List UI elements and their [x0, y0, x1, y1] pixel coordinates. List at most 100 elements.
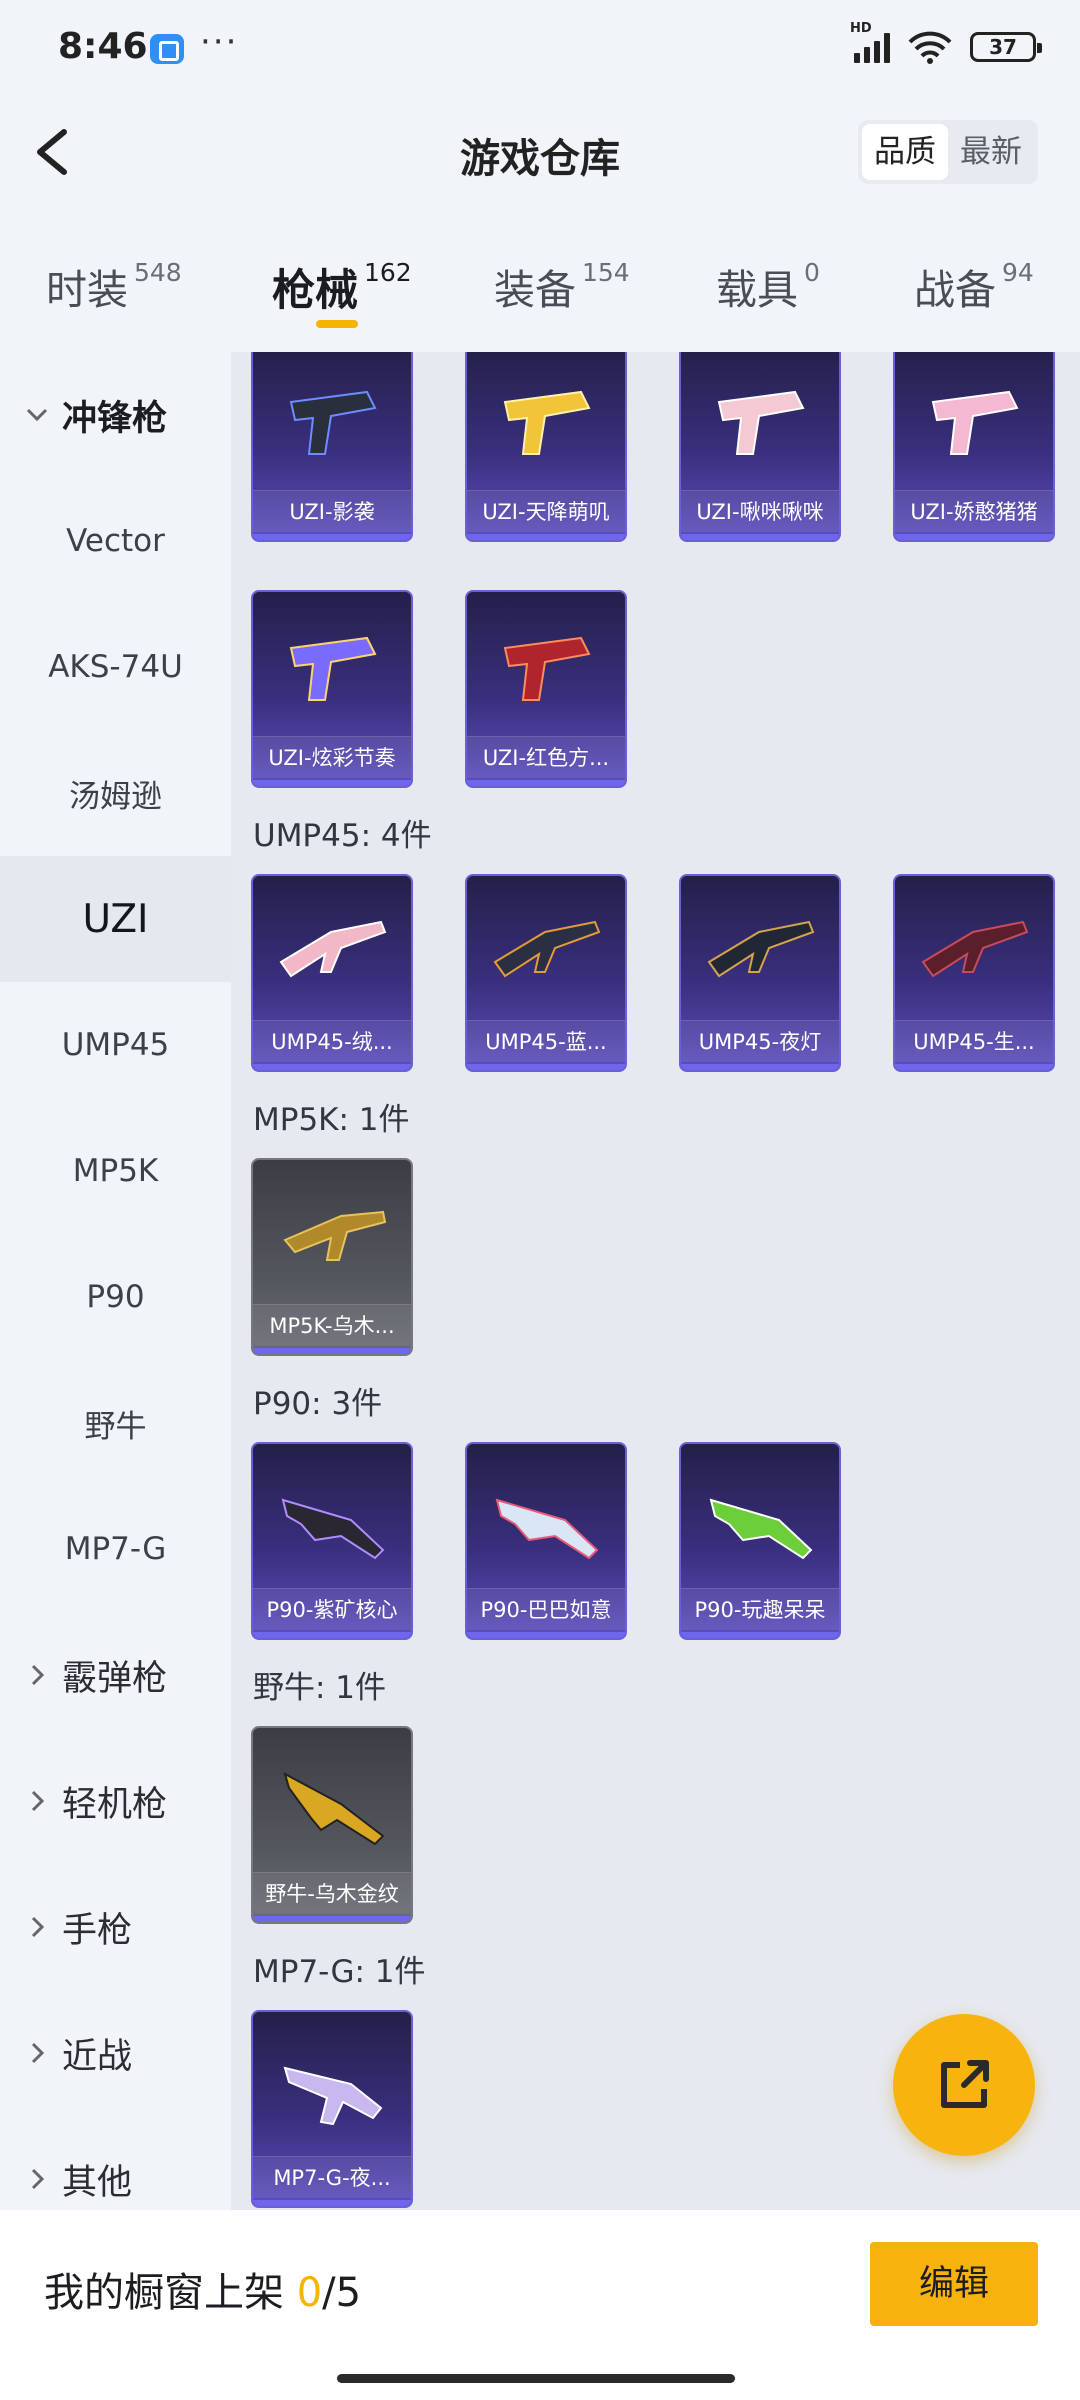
bottom-bar: 我的橱窗上架 0/5 编辑 [0, 2210, 1080, 2400]
tab-equipment[interactable]: 装备 154 [494, 256, 630, 316]
sidebar-item-mp5k[interactable]: MP5K [0, 1108, 231, 1234]
chevron-right-icon [31, 1916, 45, 1938]
sidebar-group-pistol[interactable]: 手枪 [0, 1864, 231, 1990]
rarity-bar [253, 1916, 411, 1922]
tab-count: 0 [804, 258, 820, 287]
sidebar-item-vector[interactable]: Vector [0, 478, 231, 604]
item-card[interactable]: UZI-啾咪啾咪 [679, 352, 841, 542]
sidebar-group-other[interactable]: 其他 [0, 2116, 231, 2210]
header: 游戏仓库 品质 最新 [0, 96, 1080, 212]
home-indicator[interactable] [337, 2374, 735, 2383]
item-name: UMP45-生... [895, 1020, 1053, 1062]
item-card[interactable]: P90-巴巴如意 [465, 1442, 627, 1640]
sidebar-item-aks74u[interactable]: AKS-74U [0, 604, 231, 730]
tab-firearms[interactable]: 枪械 162 [272, 256, 412, 318]
rarity-bar [467, 1064, 625, 1070]
item-card[interactable]: UMP45-蓝... [465, 874, 627, 1072]
item-name: MP7-G-夜... [253, 2156, 411, 2198]
showcase-status: 我的橱窗上架 0/5 [44, 2260, 361, 2318]
item-card[interactable]: UZI-影袭 [251, 352, 413, 542]
tab-label: 战备 [914, 266, 996, 314]
item-card[interactable]: UMP45-夜灯 [679, 874, 841, 1072]
sidebar-item-uzi[interactable]: UZI [0, 856, 231, 982]
item-card[interactable]: UMP45-绒... [251, 874, 413, 1072]
item-card[interactable]: P90-紫矿核心 [251, 1442, 413, 1640]
ump45-weapon-icon [707, 920, 815, 978]
item-card[interactable]: UZI-炫彩节奏 [251, 590, 413, 788]
sidebar-item-label: 其他 [62, 2162, 133, 2203]
chevron-right-icon [31, 2042, 45, 2064]
tab-combat-supplies[interactable]: 战备 94 [914, 256, 1034, 316]
rarity-bar [467, 534, 625, 540]
rarity-bar [681, 534, 839, 540]
signal-icon: HD [850, 21, 890, 63]
sidebar-item-bison[interactable]: 野牛 [0, 1360, 231, 1486]
rarity-bar [253, 1064, 411, 1070]
sidebar-item-p90[interactable]: P90 [0, 1234, 231, 1360]
ump45-weapon-icon [921, 920, 1029, 978]
battery-icon: 37 [970, 32, 1042, 62]
item-card[interactable]: UZI-天降萌叽 [465, 352, 627, 542]
rarity-bar [253, 1348, 411, 1354]
item-card[interactable]: UMP45-生... [893, 874, 1055, 1072]
tab-count: 548 [134, 258, 182, 287]
p90-weapon-icon [709, 1498, 813, 1560]
rarity-bar [895, 1064, 1053, 1070]
p90-weapon-icon [281, 1498, 385, 1560]
item-name: 野牛-乌木金纹 [253, 1872, 411, 1914]
sidebar-group-shotgun[interactable]: 霰弹枪 [0, 1612, 231, 1738]
item-name: P90-玩趣呆呆 [681, 1588, 839, 1630]
sidebar-item-label: 近战 [62, 2036, 133, 2077]
section-title-bison: 野牛: 1件 [253, 1670, 387, 1706]
share-button[interactable] [893, 2014, 1035, 2156]
sidebar-item-thompson[interactable]: 汤姆逊 [0, 730, 231, 856]
sort-latest-button[interactable]: 最新 [948, 124, 1034, 180]
section-title-p90: P90: 3件 [253, 1386, 383, 1422]
status-time: 8:46 [58, 26, 148, 67]
tab-count: 94 [1002, 258, 1034, 287]
sidebar-item-label: 冲锋枪 [62, 398, 168, 439]
rarity-bar [253, 780, 411, 786]
item-name: UZI-天降萌叽 [467, 490, 625, 532]
active-tab-indicator [316, 320, 358, 328]
p90-weapon-icon [495, 1498, 599, 1560]
item-card[interactable]: MP7-G-夜... [251, 2010, 413, 2208]
sidebar-group-lmg[interactable]: 轻机枪 [0, 1738, 231, 1864]
rarity-bar [253, 2200, 411, 2206]
item-name: UMP45-蓝... [467, 1020, 625, 1062]
ump45-weapon-icon [279, 920, 387, 978]
sidebar-group-melee[interactable]: 近战 [0, 1990, 231, 2116]
mp5k-weapon-icon [283, 1210, 387, 1261]
rarity-bar [253, 534, 411, 540]
item-card[interactable]: MP5K-乌木... [251, 1158, 413, 1356]
sidebar-item-mp7g[interactable]: MP7-G [0, 1486, 231, 1612]
uzi-weapon-icon [289, 636, 377, 701]
tab-count: 154 [582, 258, 630, 287]
tab-label: 载具 [716, 266, 798, 314]
item-card[interactable]: 野牛-乌木金纹 [251, 1726, 413, 1924]
section-title-ump45: UMP45: 4件 [253, 818, 432, 854]
edit-button[interactable]: 编辑 [870, 2242, 1038, 2326]
mp7g-weapon-icon [283, 2066, 383, 2126]
tab-fashion[interactable]: 时装 548 [46, 256, 182, 316]
item-name: UZI-啾咪啾咪 [681, 490, 839, 532]
tab-label: 时装 [46, 266, 128, 314]
item-name: UZI-影袭 [253, 490, 411, 532]
sidebar-item-ump45[interactable]: UMP45 [0, 982, 231, 1108]
item-card[interactable]: P90-玩趣呆呆 [679, 1442, 841, 1640]
uzi-weapon-icon [289, 390, 377, 455]
sort-quality-button[interactable]: 品质 [862, 124, 948, 180]
tab-vehicles[interactable]: 载具 0 [716, 256, 820, 316]
item-name: UMP45-绒... [253, 1020, 411, 1062]
showcase-count: 0 [296, 2270, 323, 2316]
weapon-type-sidebar: 冲锋枪 Vector AKS-74U 汤姆逊 UZI UMP45 MP5K P9… [0, 352, 231, 2210]
chevron-down-icon [26, 408, 48, 422]
sidebar-group-smg[interactable]: 冲锋枪 [0, 352, 231, 478]
uzi-weapon-icon [717, 390, 805, 455]
more-notifications-icon: ··· [200, 22, 239, 62]
rarity-bar [253, 1632, 411, 1638]
bison-weapon-icon [283, 1772, 385, 1846]
item-card[interactable]: UZI-红色方... [465, 590, 627, 788]
item-card[interactable]: UZI-娇憨猪猪 [893, 352, 1055, 542]
wifi-icon [908, 31, 952, 64]
